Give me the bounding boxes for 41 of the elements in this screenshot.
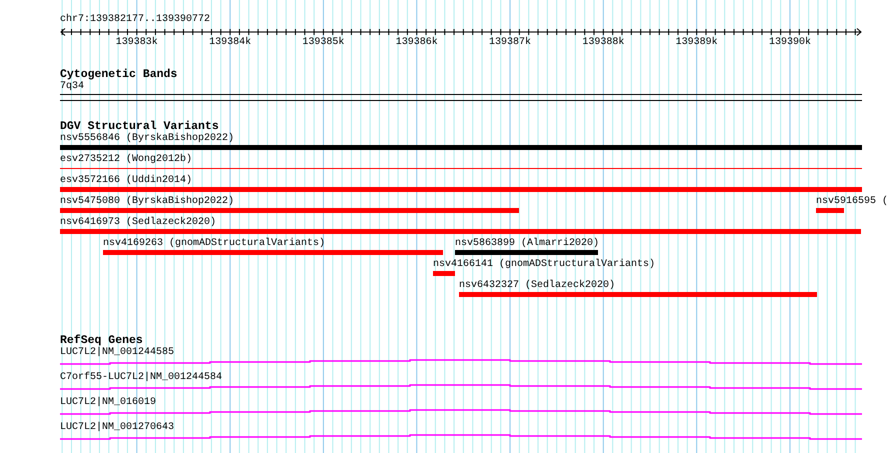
gene-label[interactable]: LUC7L2|NM_001270643 bbox=[60, 422, 174, 434]
track-title: RefSeq Genes bbox=[60, 335, 143, 347]
variant-label[interactable]: esv2735212 (Wong2012b) bbox=[60, 154, 192, 165]
variant-label[interactable]: nsv6416973 (Sedlazeck2020) bbox=[60, 217, 216, 228]
variant-bar[interactable] bbox=[60, 145, 862, 150]
track-title: DGV Structural Variants bbox=[60, 121, 219, 133]
variant-label[interactable]: esv3572166 (Uddin2014) bbox=[60, 175, 192, 186]
tick-label: 139387k bbox=[489, 37, 532, 49]
variant-label[interactable]: nsv5556846 (ByrskaBishop2022) bbox=[60, 133, 234, 144]
variant-bar[interactable] bbox=[459, 292, 817, 297]
variant-label[interactable]: nsv5916595 ( bbox=[816, 196, 888, 207]
tick-label: 139386k bbox=[396, 37, 438, 49]
tick-label: 139385k bbox=[302, 37, 344, 49]
region-label: chr7:139382177..139390772 bbox=[60, 12, 212, 26]
variant-bar[interactable] bbox=[60, 208, 519, 213]
gene-model-line[interactable] bbox=[60, 359, 862, 365]
tick-label: 139390k bbox=[768, 37, 811, 49]
variant-label[interactable]: nsv5475080 (ByrskaBishop2022) bbox=[60, 196, 234, 207]
gene-label[interactable]: C7orf55-LUC7L2|NM_001244584 bbox=[60, 372, 222, 384]
variant-label[interactable]: nsv4169263 (gnomADStructuralVariants) bbox=[103, 238, 326, 249]
variant-label[interactable]: nsv5863899 (Almarri2020) bbox=[455, 238, 600, 249]
gene-label[interactable]: LUC7L2|NM_001244585 bbox=[60, 347, 174, 359]
variant-bar[interactable] bbox=[60, 229, 861, 234]
gene-model-line[interactable] bbox=[60, 409, 862, 415]
track-title: Cytogenetic Bands bbox=[60, 69, 178, 81]
tick-label: 139383k bbox=[116, 37, 158, 49]
band-label: 7q34 bbox=[60, 81, 84, 93]
variant-line[interactable] bbox=[60, 168, 862, 169]
variant-bar[interactable] bbox=[816, 208, 844, 213]
variant-bar[interactable] bbox=[455, 250, 598, 255]
gene-label[interactable]: LUC7L2|NM_016019 bbox=[60, 397, 156, 409]
variant-bar[interactable] bbox=[60, 187, 862, 192]
variant-bar[interactable] bbox=[433, 271, 455, 276]
tick-label: 139389k bbox=[676, 37, 718, 49]
tick-label: 139388k bbox=[582, 37, 624, 49]
gene-model-line[interactable] bbox=[60, 434, 862, 440]
gene-model-line[interactable] bbox=[60, 384, 862, 390]
tick-label: 139384k bbox=[209, 37, 252, 49]
variant-label[interactable]: nsv4166141 (gnomADStructuralVariants) bbox=[433, 259, 656, 270]
variant-bar[interactable] bbox=[103, 250, 443, 255]
variant-label[interactable]: nsv6432327 (Sedlazeck2020) bbox=[459, 280, 616, 291]
